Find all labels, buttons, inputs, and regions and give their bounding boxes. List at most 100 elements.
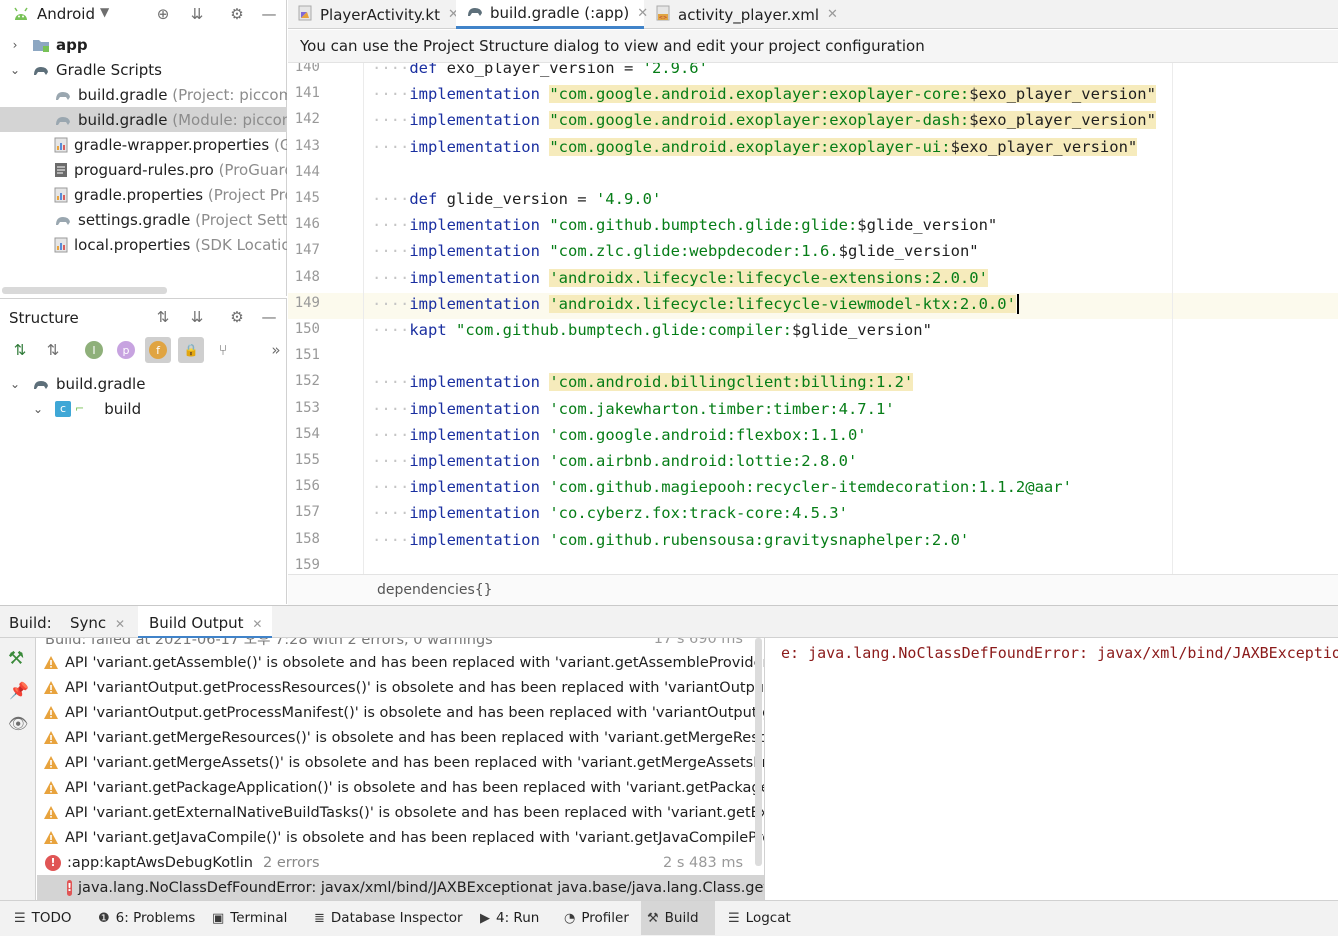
error-detail-row[interactable]: ! java.lang.NoClassDefFoundError: javax/… xyxy=(37,875,764,900)
code-line[interactable]: ···· implementation 'com.github.rubensous… xyxy=(372,527,969,553)
chevron-right-icon[interactable]: › xyxy=(8,38,22,52)
tree-item-detail: (SDK Location) xyxy=(195,235,287,254)
build-output-tree[interactable]: Build: failed at 2021-06-17 오후 7:28 with… xyxy=(37,638,765,900)
hammer-icon[interactable]: ⚒ xyxy=(8,648,24,669)
code-line[interactable]: ···· implementation "com.github.bumptech.… xyxy=(372,212,997,238)
locate-icon[interactable]: ⊕ xyxy=(153,4,173,24)
tree-item-label: proguard-rules.pro xyxy=(74,160,214,179)
close-icon[interactable]: ✕ xyxy=(252,617,262,631)
tree-item-gradle-properties[interactable]: gradle.properties (Project Prop xyxy=(0,182,287,207)
code-line[interactable]: ···· implementation 'com.google.android:f… xyxy=(372,422,867,448)
gear-icon[interactable]: ⚙ xyxy=(227,4,247,24)
logcat-icon: ☰ xyxy=(728,910,740,926)
tree-item-app[interactable]: › app xyxy=(0,32,287,57)
warning-row[interactable]: API 'variant.getMergeResources()' is obs… xyxy=(37,725,764,750)
tree-item-proguard-rules[interactable]: proguard-rules.pro (ProGuard xyxy=(0,157,287,182)
warning-row[interactable]: API 'variant.getMergeAssets()' is obsole… xyxy=(37,750,764,775)
code-string-group: 'com.google.android:flexbox:1.1.0' xyxy=(549,426,866,444)
indent-whitespace: ···· xyxy=(372,321,410,339)
warning-row[interactable]: API 'variantOutput.getProcessResources()… xyxy=(37,675,764,700)
sort-alphabetically-icon[interactable]: ⇅ xyxy=(43,340,63,360)
structure-title: Structure xyxy=(9,309,79,327)
gear-icon[interactable]: ⚙ xyxy=(227,307,247,327)
structure-item-build-gradle[interactable]: ⌄ build.gradle xyxy=(0,371,287,396)
line-number: 140 xyxy=(294,63,320,75)
code-line[interactable]: ···· implementation 'com.airbnb.android:l… xyxy=(372,448,857,474)
code-line[interactable]: ···· def glide_version = '4.9.0' xyxy=(372,186,661,212)
horizontal-scrollbar[interactable] xyxy=(2,287,167,294)
build-console[interactable]: e: java.lang.NoClassDefFoundError: javax… xyxy=(766,638,1338,900)
problems-button[interactable]: ❶ 6: Problems xyxy=(92,901,201,935)
collapse-all-icon[interactable]: ⇊ xyxy=(187,4,207,24)
chevron-down-icon[interactable]: ⌄ xyxy=(31,402,45,416)
code-line[interactable]: ···· implementation 'com.jakewharton.timb… xyxy=(372,396,895,422)
collapse-all-icon[interactable]: ⇊ xyxy=(187,307,207,327)
code-line[interactable]: ···· implementation 'androidx.lifecycle:l… xyxy=(372,291,1019,317)
minimize-icon[interactable]: — xyxy=(259,307,279,327)
show-inherited-icon[interactable]: I xyxy=(85,341,103,359)
profiler-button[interactable]: ◔ Profiler xyxy=(558,901,635,935)
expand-all-icon[interactable]: ⇅ xyxy=(153,307,173,327)
code-line[interactable]: ···· def exo_player_version = '2.9.6' xyxy=(372,63,708,81)
project-structure-notice: You can use the Project Structure dialog… xyxy=(288,30,1338,63)
code-line[interactable]: ···· implementation 'co.cyberz.fox:track-… xyxy=(372,500,848,526)
code-line[interactable]: ···· kapt "com.github.bumptech.glide:comp… xyxy=(372,317,932,343)
more-icon[interactable]: » xyxy=(266,340,286,360)
tree-item-build-gradle-module[interactable]: build.gradle (Module: piccoma xyxy=(0,107,287,132)
tree-item-settings-gradle[interactable]: settings.gradle (Project Setting xyxy=(0,207,287,232)
tree-item-detail: (Project: piccomat xyxy=(172,85,287,104)
warning-row[interactable]: API 'variant.getJavaCompile()' is obsole… xyxy=(37,825,764,850)
run-button[interactable]: ▶ 4: Run xyxy=(474,901,545,935)
chevron-down-icon[interactable]: ⌄ xyxy=(8,63,22,77)
breadcrumb[interactable]: dependencies{} xyxy=(288,574,1338,605)
minimize-icon[interactable]: — xyxy=(259,4,279,24)
tab-build-gradle-app[interactable]: build.gradle (:app) ✕ xyxy=(456,0,648,29)
close-icon[interactable]: ✕ xyxy=(827,7,838,22)
build-button[interactable]: ⚒ Build xyxy=(641,901,715,935)
eye-icon[interactable]: 👁 xyxy=(8,714,28,733)
tree-item-gradle-wrapper-properties[interactable]: gradle-wrapper.properties (Gra xyxy=(0,132,287,157)
tab-activity-player-xml[interactable]: <> activity_player.xml ✕ xyxy=(646,0,838,29)
todo-button[interactable]: ☰ TODO xyxy=(8,901,78,935)
database-inspector-button[interactable]: ≣ Database Inspector xyxy=(308,901,469,935)
error-icon: ! xyxy=(67,879,73,896)
show-properties-icon[interactable]: p xyxy=(117,341,135,359)
code-line[interactable]: ···· implementation "com.zlc.glide:webpde… xyxy=(372,238,979,264)
breadcrumb-item[interactable]: dependencies{} xyxy=(377,582,493,598)
tree-item-local-properties[interactable]: local.properties (SDK Location) xyxy=(0,232,287,257)
error-task-row[interactable]: ! :app:kaptAwsDebugKotlin 2 errors 2 s 4… xyxy=(37,850,764,875)
code-line[interactable]: ···· implementation 'com.github.magiepooh… xyxy=(372,474,1072,500)
project-view-selector[interactable]: Android xyxy=(37,5,95,23)
code-line[interactable]: ···· implementation "com.google.android.e… xyxy=(372,107,1156,133)
warning-row[interactable]: API 'variantOutput.getProcessManifest()'… xyxy=(37,700,764,725)
chevron-down-icon[interactable]: ▼ xyxy=(100,5,109,19)
code-string: "com.google.android.exoplayer:exoplayer-… xyxy=(549,111,970,130)
tab-build-output[interactable]: Build Output ✕ xyxy=(138,606,273,639)
terminal-button[interactable]: ▣ Terminal xyxy=(206,901,293,935)
code-editor[interactable]: 140 141 142 143 144 145 146 147 148 149 150 151 152 1… xyxy=(288,63,1338,574)
warning-row[interactable]: API 'variant.getExternalNativeBuildTasks… xyxy=(37,800,764,825)
structure-item-build[interactable]: ⌄ c ⌐ build xyxy=(0,396,287,421)
pin-icon[interactable]: 📌 xyxy=(9,681,29,700)
warning-row[interactable]: API 'variant.getPackageApplication()' is… xyxy=(37,775,764,800)
sort-by-type-icon[interactable]: ⇅ xyxy=(10,340,30,360)
line-number: 153 xyxy=(294,399,320,416)
close-icon[interactable]: ✕ xyxy=(115,617,125,631)
vertical-scrollbar[interactable] xyxy=(755,638,762,866)
logcat-button[interactable]: ☰ Logcat xyxy=(722,901,797,935)
show-non-public-icon[interactable]: 🔒 xyxy=(178,337,204,363)
tab-player-activity[interactable]: PlayerActivity.kt ✕ xyxy=(288,0,459,29)
warning-row[interactable]: API 'variant.getAssemble()' is obsolete … xyxy=(37,650,764,675)
code-line[interactable]: ···· implementation "com.google.android.e… xyxy=(372,134,1138,160)
tree-item-build-gradle-project[interactable]: build.gradle (Project: piccomat xyxy=(0,82,287,107)
chevron-down-icon[interactable]: ⌄ xyxy=(8,377,22,391)
code-line[interactable]: ···· implementation 'androidx.lifecycle:l… xyxy=(372,265,988,291)
code-line[interactable]: ···· implementation "com.google.android.e… xyxy=(372,81,1156,107)
code-line[interactable]: ···· implementation 'com.android.billingc… xyxy=(372,369,914,395)
tree-item-gradle-scripts[interactable]: ⌄ Gradle Scripts xyxy=(0,57,287,82)
hierarchy-icon[interactable]: ⑂ xyxy=(213,340,233,360)
show-fields-icon[interactable]: f xyxy=(145,337,171,363)
tab-sync[interactable]: Sync ✕ xyxy=(70,614,125,632)
